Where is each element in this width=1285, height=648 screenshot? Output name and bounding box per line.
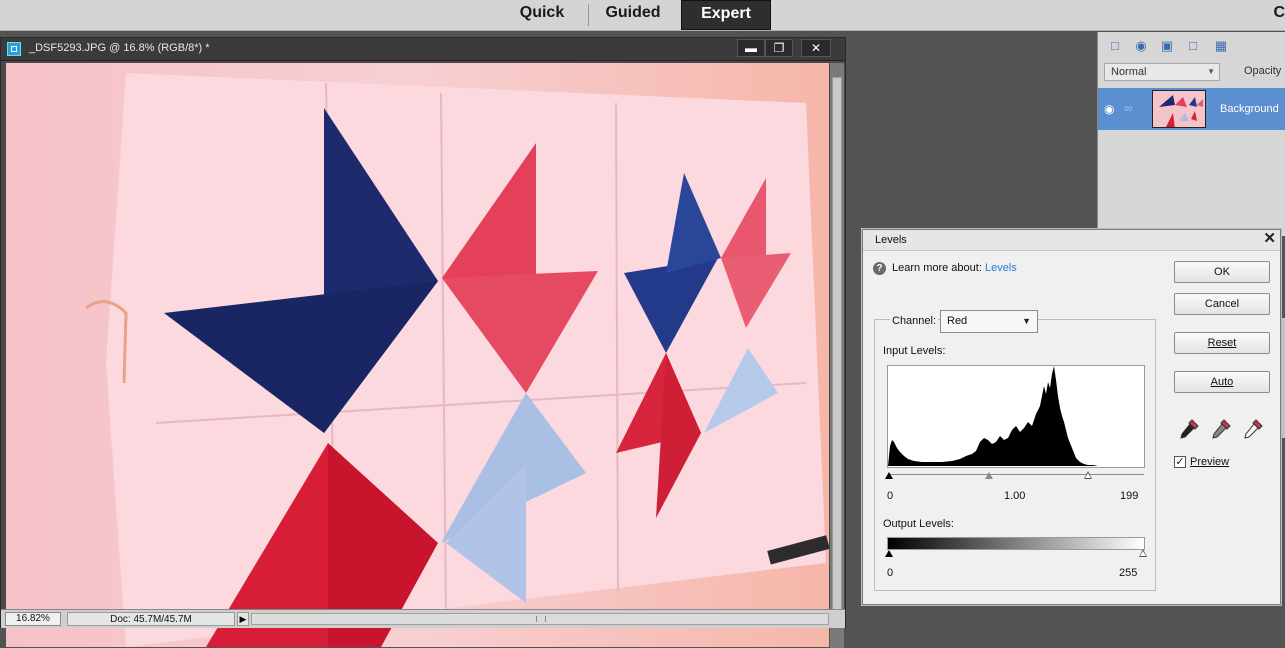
levels-title: Levels xyxy=(875,234,907,246)
document-size-info: Doc: 45.7M/45.7M xyxy=(67,612,235,626)
chevron-down-icon: ▼ xyxy=(1207,67,1215,76)
input-white-value[interactable]: 199 xyxy=(1120,490,1138,502)
help-icon[interactable]: ? xyxy=(873,262,886,275)
learn-more-prefix: Learn more about: xyxy=(892,262,982,274)
layer-thumbnail xyxy=(1152,90,1206,128)
opacity-label: Opacity xyxy=(1244,65,1282,77)
channel-label: Channel: xyxy=(890,315,939,327)
minimize-icon: ▬ xyxy=(745,41,757,55)
info-menu-arrow-icon[interactable]: ▶ xyxy=(237,612,249,626)
channel-select[interactable]: Red ▼ xyxy=(940,310,1038,333)
vertical-scroll-thumb[interactable] xyxy=(832,77,842,627)
histogram xyxy=(887,365,1145,468)
close-icon: ✕ xyxy=(810,41,822,55)
close-icon[interactable]: ✕ xyxy=(1263,231,1276,247)
gray-point-eyedropper-icon[interactable] xyxy=(1209,417,1233,441)
learn-more-link[interactable]: Levels xyxy=(985,262,1017,274)
reset-button[interactable]: Reset xyxy=(1174,332,1270,354)
input-gamma-value[interactable]: 1.00 xyxy=(1004,490,1025,502)
document-window: _DSF5293.JPG @ 16.8% (RGB/8*) * ▬ ❐ ✕ 16… xyxy=(0,37,846,648)
black-point-eyedropper-icon[interactable] xyxy=(1177,417,1201,441)
cancel-button[interactable]: Cancel xyxy=(1174,293,1270,315)
close-button[interactable]: ✕ xyxy=(801,39,831,57)
visibility-eye-icon[interactable]: ◉ xyxy=(1104,102,1114,116)
link-icon[interactable]: ∞ xyxy=(1124,101,1133,115)
mode-bar: Quick Guided Expert C xyxy=(0,0,1285,31)
chevron-down-icon: ▼ xyxy=(1022,316,1031,326)
input-gamma-slider[interactable] xyxy=(985,472,993,479)
learn-more-text: Learn more about: Levels xyxy=(892,262,1017,274)
tab-guided[interactable]: Guided xyxy=(594,0,672,28)
tab-quick[interactable]: Quick xyxy=(508,0,576,28)
preview-checkbox[interactable]: ✓ xyxy=(1174,456,1186,468)
histogram-graph xyxy=(888,366,1144,466)
input-black-point-slider[interactable] xyxy=(885,472,893,479)
input-levels-label: Input Levels: xyxy=(883,345,946,357)
output-black-value[interactable]: 0 xyxy=(887,567,893,579)
output-black-slider[interactable] xyxy=(885,550,893,557)
layers-panel: □ ◉ ▣ □ ▦ Normal ▼ Opacity ◉ ∞ Backgroun… xyxy=(1097,32,1285,236)
input-black-value[interactable]: 0 xyxy=(887,490,893,502)
lock-icon[interactable]: □ xyxy=(1184,38,1202,54)
tab-divider xyxy=(588,4,589,26)
restore-button[interactable]: ❐ xyxy=(765,39,793,57)
auto-button[interactable]: Auto xyxy=(1174,371,1270,393)
lock-pixels-icon[interactable]: ▦ xyxy=(1212,38,1230,54)
document-icon xyxy=(7,42,21,56)
levels-titlebar[interactable]: Levels ✕ xyxy=(863,230,1280,251)
tab-expert[interactable]: Expert xyxy=(681,0,771,30)
blend-mode-select[interactable]: Normal ▼ xyxy=(1104,63,1220,81)
white-point-eyedropper-icon[interactable] xyxy=(1241,417,1265,441)
horizontal-scrollbar[interactable] xyxy=(251,613,829,625)
output-white-value[interactable]: 255 xyxy=(1119,567,1137,579)
layer-row-background[interactable]: ◉ ∞ Background xyxy=(1098,88,1285,130)
zoom-level-field[interactable]: 16.82% xyxy=(5,612,61,626)
output-levels-label: Output Levels: xyxy=(883,518,954,530)
document-canvas-photo[interactable] xyxy=(6,63,829,647)
channel-value: Red xyxy=(947,315,968,327)
document-titlebar[interactable]: _DSF5293.JPG @ 16.8% (RGB/8*) * ▬ ❐ ✕ xyxy=(1,38,845,61)
input-slider-track xyxy=(890,474,1144,475)
new-layer-icon[interactable]: □ xyxy=(1106,38,1124,54)
output-white-slider[interactable] xyxy=(1139,549,1147,557)
output-gradient-bar xyxy=(887,537,1145,550)
fill-adjustment-icon[interactable]: ◉ xyxy=(1132,38,1150,54)
mask-icon[interactable]: ▣ xyxy=(1158,38,1176,54)
input-white-point-slider[interactable] xyxy=(1084,471,1092,479)
layer-thumbnail-image xyxy=(1153,91,1205,127)
minimize-button[interactable]: ▬ xyxy=(737,39,765,57)
vertical-scrollbar[interactable] xyxy=(830,63,844,648)
status-bar: 16.82% Doc: 45.7M/45.7M ▶ xyxy=(1,609,845,628)
levels-dialog: Levels ✕ ? Learn more about: Levels OK C… xyxy=(862,229,1281,605)
horizontal-scroll-grip[interactable] xyxy=(536,616,546,622)
restore-icon: ❐ xyxy=(773,41,785,55)
quilt-photo-image xyxy=(6,63,829,647)
preview-label[interactable]: Preview xyxy=(1190,456,1229,468)
top-bar-cut-text: C xyxy=(1273,4,1285,21)
layer-name: Background xyxy=(1220,103,1279,115)
ok-button[interactable]: OK xyxy=(1174,261,1270,283)
document-title: _DSF5293.JPG @ 16.8% (RGB/8*) * xyxy=(29,42,210,54)
blend-mode-value: Normal xyxy=(1111,66,1147,78)
